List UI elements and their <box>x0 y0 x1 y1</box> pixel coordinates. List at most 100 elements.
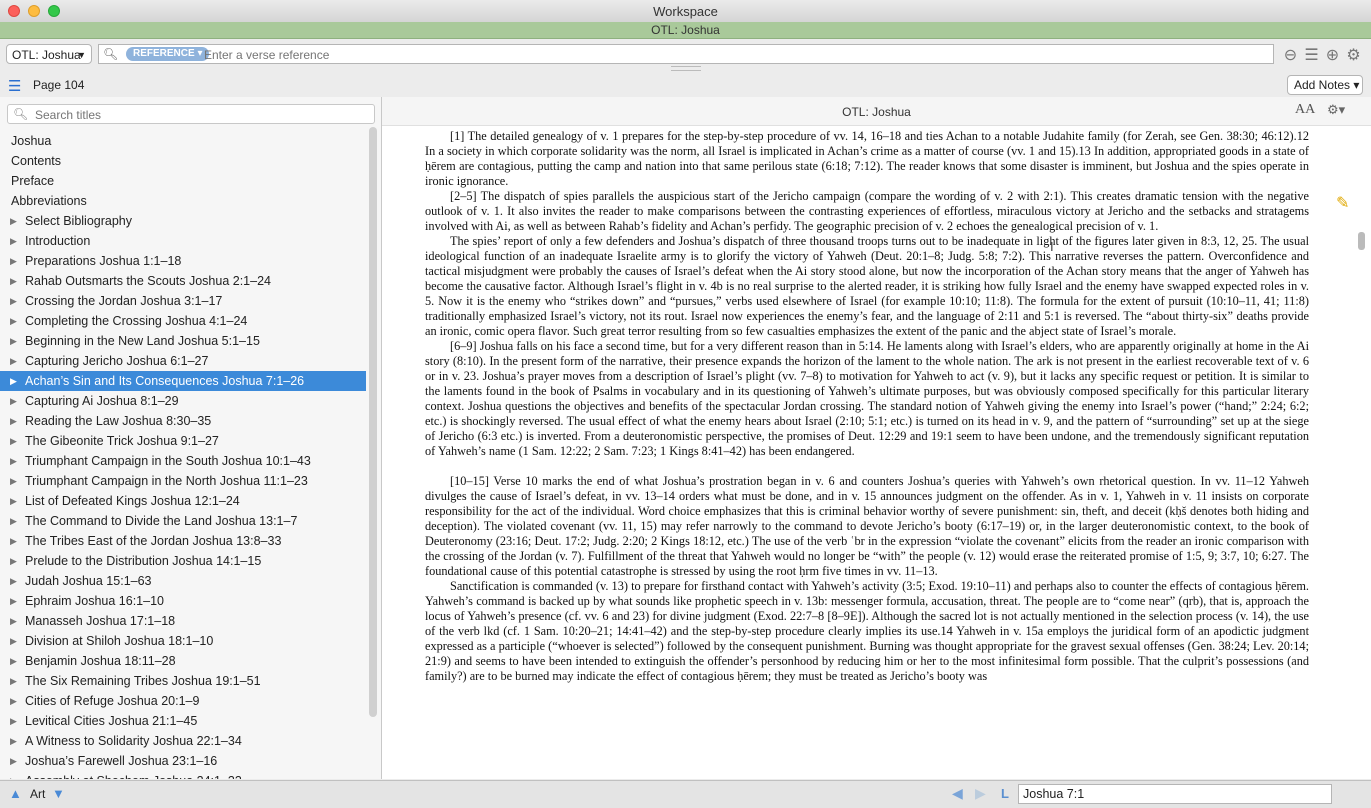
toc-item-label: Preparations Joshua 1:1–18 <box>25 254 182 268</box>
toc-item[interactable]: ▶ List of Defeated Kings Joshua 12:1–24 <box>0 491 366 511</box>
disclosure-triangle-icon[interactable]: ▶ <box>10 651 17 671</box>
toc-item-label: Reading the Law Joshua 8:30–35 <box>25 414 212 428</box>
sidebar-scrollbar[interactable] <box>369 127 377 717</box>
pane-title: OTL: Joshua <box>842 105 911 119</box>
toc-item[interactable]: ▶ Prelude to the Distribution Joshua 14:1… <box>0 551 366 571</box>
toc-item-label: Completing the Crossing Joshua 4:1–24 <box>25 314 248 328</box>
toc-item[interactable]: ▶ Rahab Outsmarts the Scouts Joshua 2:1–2… <box>0 271 366 291</box>
toc-item[interactable]: Abbreviations <box>0 191 366 211</box>
toc-item-label: Preface <box>11 174 55 188</box>
disclosure-triangle-icon[interactable]: ▶ <box>10 511 17 531</box>
reference-input[interactable] <box>202 45 1266 65</box>
disclosure-triangle-icon[interactable]: ▶ <box>10 211 17 231</box>
search-type-pill[interactable]: REFERENCE ▾ <box>126 47 209 61</box>
disclosure-triangle-icon[interactable]: ▶ <box>10 771 17 779</box>
disclosure-triangle-icon[interactable]: ▶ <box>10 351 17 371</box>
disclosure-triangle-icon[interactable]: ▶ <box>10 451 17 471</box>
title-search-box[interactable]: 🔍︎ <box>7 104 375 124</box>
toc-item[interactable]: ▶ Completing the Crossing Joshua 4:1–24 <box>0 311 366 331</box>
gear-icon[interactable]: ⚙▾ <box>1327 102 1345 118</box>
toc-item-label: Crossing the Jordan Joshua 3:1–17 <box>25 294 223 308</box>
share-icon[interactable]: ⚙ <box>1343 45 1364 65</box>
disclosure-triangle-icon[interactable]: ▶ <box>10 431 17 451</box>
menu-icon[interactable]: ☰ <box>1301 45 1322 65</box>
resource-select[interactable]: OTL: Joshua ▼ <box>6 44 92 64</box>
disclosure-triangle-icon[interactable]: ▶ <box>10 491 17 511</box>
search-type-label: REFERENCE <box>133 48 195 59</box>
search-panel-icon[interactable]: ⊖ <box>1280 45 1301 65</box>
disclosure-triangle-icon[interactable]: ▶ <box>10 391 17 411</box>
toc-item[interactable]: ▶ Assembly at Shechem Joshua 24:1–33 <box>0 771 366 779</box>
back-arrow-icon[interactable]: ◀ <box>952 785 963 802</box>
disclosure-triangle-icon[interactable]: ▶ <box>10 231 17 251</box>
toc-item[interactable]: ▶ Joshua’s Farewell Joshua 23:1–16 <box>0 751 366 771</box>
toc-item[interactable]: ▶ Levitical Cities Joshua 21:1–45 <box>0 711 366 731</box>
toc-item[interactable]: ▶ The Tribes East of the Jordan Joshua 13… <box>0 531 366 551</box>
toc-item[interactable]: ▶ Triumphant Campaign in the North Joshua… <box>0 471 366 491</box>
toc-item[interactable]: Contents <box>0 151 366 171</box>
toc-item[interactable]: ▶ A Witness to Solidarity Joshua 22:1–34 <box>0 731 366 751</box>
add-icon[interactable]: ⊕ <box>1322 45 1343 65</box>
toc-item[interactable]: ▶ Ephraim Joshua 16:1–10 <box>0 591 366 611</box>
toc-item[interactable]: ▶ Achan’s Sin and Its Consequences Joshua… <box>0 371 366 391</box>
toc-item[interactable]: Joshua <box>0 131 366 151</box>
disclosure-triangle-icon[interactable]: ▶ <box>10 751 17 771</box>
reference-search-box[interactable]: 🔍︎ REFERENCE ▾ <box>98 44 1274 65</box>
toc-item[interactable]: ▶ Capturing Ai Joshua 8:1–29 <box>0 391 366 411</box>
disclosure-triangle-icon[interactable]: ▶ <box>10 291 17 311</box>
arrow-down-icon[interactable]: ▼ <box>52 786 65 801</box>
disclosure-triangle-icon[interactable]: ▶ <box>10 711 17 731</box>
toc-item[interactable]: ▶ Select Bibliography <box>0 211 366 231</box>
resize-grip[interactable] <box>671 66 701 71</box>
toc-item[interactable]: ▶ Capturing Jericho Joshua 6:1–27 <box>0 351 366 371</box>
toc-item-label: Achan’s Sin and Its Consequences Joshua … <box>25 374 305 388</box>
disclosure-triangle-icon[interactable]: ▶ <box>10 591 17 611</box>
disclosure-triangle-icon[interactable]: ▶ <box>10 611 17 631</box>
disclosure-triangle-icon[interactable]: ▶ <box>10 571 17 591</box>
disclosure-triangle-icon[interactable]: ▶ <box>10 471 17 491</box>
toc-item[interactable]: ▶ Division at Shiloh Joshua 18:1–10 <box>0 631 366 651</box>
disclosure-triangle-icon[interactable]: ▶ <box>10 371 17 391</box>
toc-item[interactable]: Preface <box>0 171 366 191</box>
disclosure-triangle-icon[interactable]: ▶ <box>10 551 17 571</box>
pane-scrollbar[interactable] <box>1358 232 1365 250</box>
pencil-icon[interactable]: ✎ <box>1336 193 1349 213</box>
reference-icon: L <box>1001 786 1009 801</box>
toc-item[interactable]: ▶ Preparations Joshua 1:1–18 <box>0 251 366 271</box>
add-notes-button[interactable]: Add Notes ▾ <box>1287 75 1363 95</box>
toc-item[interactable]: ▶ Cities of Refuge Joshua 20:1–9 <box>0 691 366 711</box>
text-size-icon[interactable]: AA <box>1295 102 1315 118</box>
toc-item[interactable]: ▶ Triumphant Campaign in the South Joshua… <box>0 451 366 471</box>
toc-item[interactable]: ▶ Reading the Law Joshua 8:30–35 <box>0 411 366 431</box>
arrow-up-icon[interactable]: ▲ <box>9 786 22 801</box>
toc-item[interactable]: ▶ The Command to Divide the Land Joshua 1… <box>0 511 366 531</box>
bottom-bar: ▲ Art ▼ ◀ ▶ L Joshua 7:1 <box>0 780 1371 808</box>
disclosure-triangle-icon[interactable]: ▶ <box>10 311 17 331</box>
toc-item[interactable]: ▶ Crossing the Jordan Joshua 3:1–17 <box>0 291 366 311</box>
add-notes-label: Add Notes <box>1294 78 1351 92</box>
panel-tab[interactable]: OTL: Joshua <box>0 22 1371 39</box>
toc-item[interactable]: ▶ Judah Joshua 15:1–63 <box>0 571 366 591</box>
toc-item[interactable]: ▶ Manasseh Joshua 17:1–18 <box>0 611 366 631</box>
toc-item[interactable]: ▶ Benjamin Joshua 18:11–28 <box>0 651 366 671</box>
disclosure-triangle-icon[interactable]: ▶ <box>10 731 17 751</box>
disclosure-triangle-icon[interactable]: ▶ <box>10 251 17 271</box>
disclosure-triangle-icon[interactable]: ▶ <box>10 271 17 291</box>
toc-item[interactable]: ▶ Introduction <box>0 231 366 251</box>
disclosure-triangle-icon[interactable]: ▶ <box>10 671 17 691</box>
toc-item[interactable]: ▶ The Six Remaining Tribes Joshua 19:1–51 <box>0 671 366 691</box>
disclosure-triangle-icon[interactable]: ▶ <box>10 331 17 351</box>
disclosure-triangle-icon[interactable]: ▶ <box>10 531 17 551</box>
search-icon[interactable]: 🔍︎ <box>103 47 118 61</box>
disclosure-triangle-icon[interactable]: ▶ <box>10 631 17 651</box>
disclosure-triangle-icon[interactable]: ▶ <box>10 691 17 711</box>
table-of-contents-icon[interactable]: ☰ <box>8 77 21 95</box>
current-reference-field[interactable]: Joshua 7:1 <box>1018 784 1332 804</box>
toc-item[interactable]: ▶ Beginning in the New Land Joshua 5:1–15 <box>0 331 366 351</box>
toc-item[interactable]: ▶ The Gibeonite Trick Joshua 9:1–27 <box>0 431 366 451</box>
toc-item-label: Ephraim Joshua 16:1–10 <box>25 594 164 608</box>
forward-arrow-icon[interactable]: ▶ <box>975 785 986 802</box>
title-search-input[interactable] <box>33 106 367 124</box>
toc-item-label: The Command to Divide the Land Joshua 13… <box>25 514 298 528</box>
disclosure-triangle-icon[interactable]: ▶ <box>10 411 17 431</box>
